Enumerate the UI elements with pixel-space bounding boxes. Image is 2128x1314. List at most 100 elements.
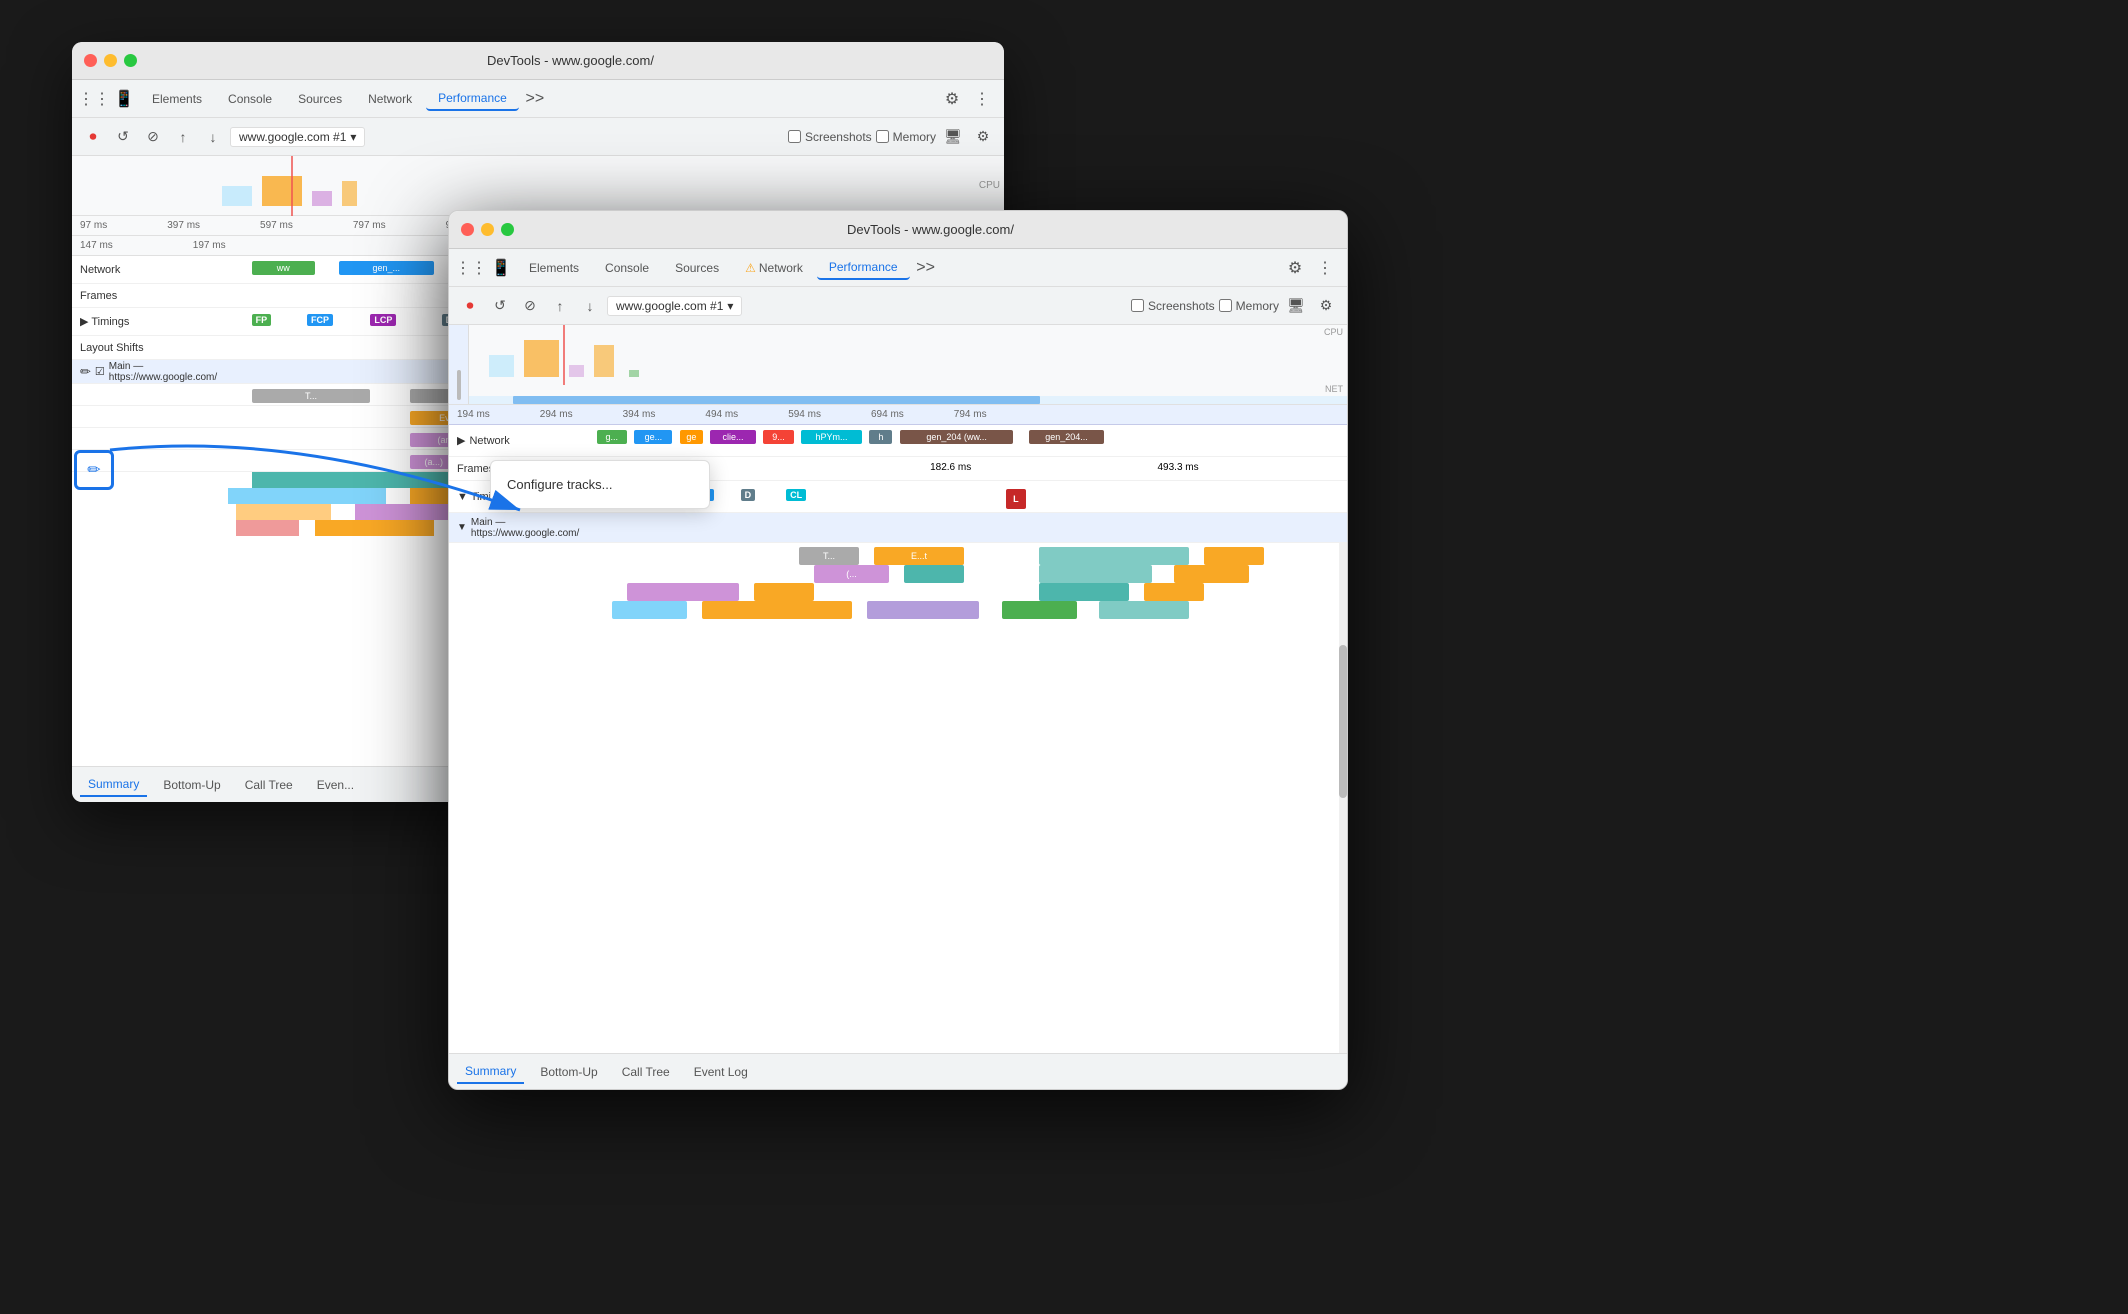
back-time-197: 197 ms — [193, 240, 226, 251]
checkbox-icon[interactable]: ☑ — [95, 365, 105, 378]
url-text-back: www.google.com #1 — [239, 130, 346, 144]
front-tab-bar: ⋮⋮ 📱 Elements Console Sources ⚠ Network … — [449, 249, 1347, 287]
tab-network-back[interactable]: Network — [356, 88, 424, 110]
minimize-button-front[interactable] — [481, 223, 494, 236]
back-tab-calltree[interactable]: Call Tree — [237, 774, 301, 796]
perf-settings-back[interactable]: ⚙ — [970, 124, 996, 150]
more-tabs-back[interactable]: >> — [521, 85, 549, 113]
fflame-cyan2 — [1039, 565, 1152, 583]
tab-elements-front[interactable]: Elements — [517, 257, 591, 279]
time-797: 797 ms — [353, 220, 386, 231]
badge-l-front: L — [1006, 489, 1026, 509]
close-button-back[interactable] — [84, 54, 97, 67]
memory-checkbox-back[interactable] — [876, 130, 889, 143]
maximize-button-front[interactable] — [501, 223, 514, 236]
back-window-title: DevTools - www.google.com/ — [149, 53, 992, 68]
cpu-waveform-back — [212, 156, 1004, 216]
tab-sources-front[interactable]: Sources — [663, 257, 731, 279]
cpu-waveform-front — [469, 325, 1347, 385]
record-btn-back[interactable]: ⏺ — [80, 124, 106, 150]
capture-icon-back[interactable]: 🖥 — [940, 124, 966, 150]
back-tab-bar: ⋮⋮ 📱 Elements Console Sources Network Pe… — [72, 80, 1004, 118]
front-tab-bottomup[interactable]: Bottom-Up — [532, 1061, 605, 1083]
time-397: 397 ms — [167, 220, 200, 231]
record-btn-front[interactable]: ⏺ — [457, 293, 483, 319]
front-main-label: ▼ Main — https://www.google.com/ — [449, 517, 589, 539]
perf-settings-front[interactable]: ⚙ — [1313, 293, 1339, 319]
more-menu-back[interactable]: ⋮ — [968, 85, 996, 113]
net-overview — [469, 396, 1347, 404]
screenshots-checkbox-back[interactable] — [788, 130, 801, 143]
back-timings-label: ▶ Timings — [72, 315, 212, 328]
settings-icon-back[interactable]: ⚙ — [938, 85, 966, 113]
url-selector-front[interactable]: www.google.com #1 ▾ — [607, 296, 742, 316]
reload-btn-front[interactable]: ↺ — [487, 293, 513, 319]
front-tab-calltree[interactable]: Call Tree — [614, 1061, 678, 1083]
back-tab-bottomup[interactable]: Bottom-Up — [155, 774, 228, 796]
front-flamechart: T... E...t (... — [449, 543, 1347, 1053]
fflame-aaa: (... — [814, 565, 889, 583]
download-btn-front[interactable]: ↓ — [577, 293, 603, 319]
device-icon-front[interactable]: 📱 — [487, 254, 515, 282]
screenshots-check-front[interactable]: Screenshots — [1131, 299, 1215, 313]
front-time-394: 394 ms — [623, 409, 656, 420]
badge-fp-back: FP — [252, 314, 272, 326]
back-main-text: Main — https://www.google.com/ — [109, 361, 217, 383]
edit-pencil-indicator: ✏ — [74, 450, 114, 490]
more-tabs-front[interactable]: >> — [912, 254, 940, 282]
overview-content: CPU NET — [469, 325, 1347, 404]
net-block-2: gen_... — [339, 261, 434, 275]
cpu-label-front: CPU — [1324, 327, 1343, 337]
front-tab-eventlog[interactable]: Event Log — [686, 1061, 756, 1083]
configure-tracks-item[interactable]: Configure tracks... — [491, 469, 709, 500]
back-layout-shifts-label: Layout Shifts — [72, 342, 212, 354]
pencil-edit-icon[interactable]: ✏ — [80, 364, 91, 380]
back-network-label: Network — [72, 264, 212, 276]
front-scrollbar-thumb[interactable] — [1339, 645, 1347, 798]
front-time-494: 494 ms — [705, 409, 738, 420]
maximize-button-back[interactable] — [124, 54, 137, 67]
pencil-icon: ✏ — [87, 460, 100, 480]
upload-btn-back[interactable]: ↑ — [170, 124, 196, 150]
back-tab-eventlog[interactable]: Even... — [309, 774, 362, 796]
tab-performance-front[interactable]: Performance — [817, 256, 910, 280]
front-scrollbar[interactable] — [1339, 543, 1347, 1053]
tab-performance-back[interactable]: Performance — [426, 87, 519, 111]
tab-sources-back[interactable]: Sources — [286, 88, 354, 110]
capture-icon-front[interactable]: 🖥 — [1283, 293, 1309, 319]
front-time-694: 694 ms — [871, 409, 904, 420]
inspect-icon-front[interactable]: ⋮⋮ — [457, 254, 485, 282]
close-button-front[interactable] — [461, 223, 474, 236]
screenshots-check-back[interactable]: Screenshots — [788, 130, 872, 144]
download-btn-back[interactable]: ↓ — [200, 124, 226, 150]
fnet-ge2: ge — [680, 430, 703, 444]
reload-btn-back[interactable]: ↺ — [110, 124, 136, 150]
front-network-text: Network — [469, 435, 509, 447]
settings-icon-front[interactable]: ⚙ — [1281, 254, 1309, 282]
memory-check-back[interactable]: Memory — [876, 130, 936, 144]
front-tab-summary[interactable]: Summary — [457, 1060, 524, 1084]
clear-btn-front[interactable]: ⊘ — [517, 293, 543, 319]
memory-check-front[interactable]: Memory — [1219, 299, 1279, 313]
tab-elements-back[interactable]: Elements — [140, 88, 214, 110]
minimize-button-back[interactable] — [104, 54, 117, 67]
configure-tracks-popup: Configure tracks... — [490, 460, 710, 509]
upload-btn-front[interactable]: ↑ — [547, 293, 573, 319]
tab-console-front[interactable]: Console — [593, 257, 661, 279]
fnet-ge: ge... — [634, 430, 672, 444]
overview-handle — [449, 325, 469, 404]
more-menu-front[interactable]: ⋮ — [1311, 254, 1339, 282]
device-icon[interactable]: 📱 — [110, 85, 138, 113]
memory-checkbox-front[interactable] — [1219, 299, 1232, 312]
url-selector-back[interactable]: www.google.com #1 ▾ — [230, 127, 365, 147]
tab-network-front[interactable]: ⚠ Network — [733, 257, 815, 279]
back-tab-summary[interactable]: Summary — [80, 773, 147, 797]
fflame-blue1 — [612, 601, 687, 619]
network-warning-icon: ⚠ — [745, 261, 756, 275]
tab-console-back[interactable]: Console — [216, 88, 284, 110]
screenshots-checkbox-front[interactable] — [1131, 299, 1144, 312]
badge-fcp-back: FCP — [307, 314, 333, 326]
clear-btn-back[interactable]: ⊘ — [140, 124, 166, 150]
inspect-icon[interactable]: ⋮⋮ — [80, 85, 108, 113]
back-main-label: ✏ ☑ Main — https://www.google.com/ — [72, 361, 212, 383]
